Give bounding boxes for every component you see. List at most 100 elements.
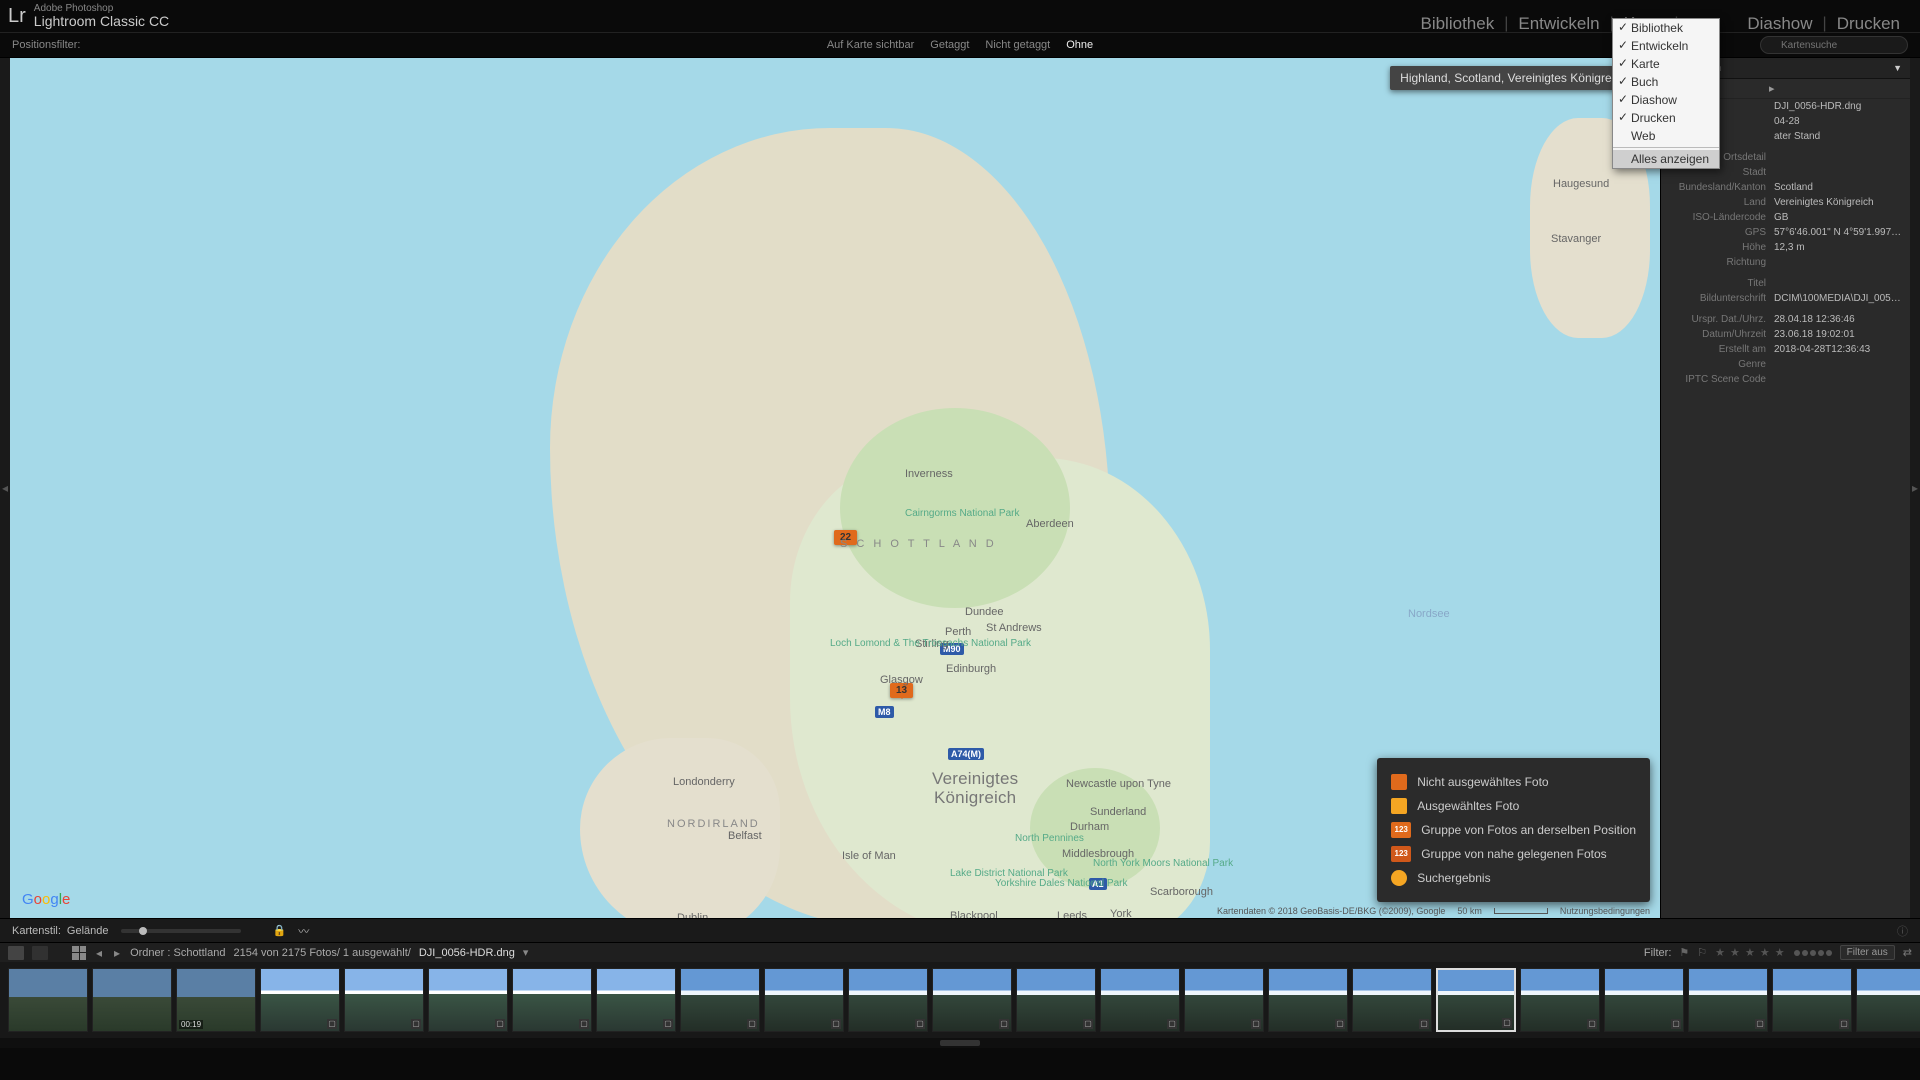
city-newcastle: Newcastle upon Tyne bbox=[1066, 778, 1136, 790]
scale-label: 50 km bbox=[1457, 906, 1482, 916]
filmstrip-thumb[interactable]: ▢ bbox=[1352, 968, 1432, 1032]
map-lower-toolbar: Kartenstil: Gelände 🔒 〰 ⓘ bbox=[0, 918, 1920, 942]
filter-visible[interactable]: Auf Karte sichtbar bbox=[827, 39, 914, 51]
filmstrip-thumb[interactable]: ▢ bbox=[932, 968, 1012, 1032]
zoom-slider[interactable] bbox=[121, 929, 241, 933]
module-context-menu[interactable]: Bibliothek Entwickeln Karte Buch Diashow… bbox=[1612, 18, 1720, 169]
filmstrip-thumb[interactable]: ▢ bbox=[1268, 968, 1348, 1032]
clip-duration: 00:19 bbox=[179, 1020, 203, 1029]
secondary-display-2-icon[interactable] bbox=[32, 946, 48, 960]
filmstrip-thumb[interactable]: ▢ bbox=[512, 968, 592, 1032]
meta-key: Land bbox=[1669, 197, 1774, 208]
thumb-badge-icon: ▢ bbox=[1587, 1019, 1597, 1029]
thumb-badge-icon: ▢ bbox=[663, 1019, 673, 1029]
metadata-row[interactable]: Bundesland/KantonScotland bbox=[1661, 180, 1910, 195]
filmstrip-thumb[interactable]: ▢ bbox=[1016, 968, 1096, 1032]
filmstrip-thumb[interactable]: ▢ bbox=[1520, 968, 1600, 1032]
filmstrip-thumb[interactable]: ▢ bbox=[1436, 968, 1516, 1032]
filmstrip-thumb[interactable]: ▢ bbox=[428, 968, 508, 1032]
flag-pick-icon[interactable]: ⚑ bbox=[1679, 946, 1689, 959]
metadata-row[interactable]: Höhe12,3 m bbox=[1661, 240, 1910, 255]
left-panel-flag[interactable]: ◂ bbox=[0, 58, 10, 918]
metadata-row[interactable]: Genre bbox=[1661, 357, 1910, 372]
filmstrip-thumb[interactable]: ▢ bbox=[1772, 968, 1852, 1032]
mapstyle-control[interactable]: Kartenstil: Gelände bbox=[12, 925, 109, 937]
dropdown-icon[interactable]: ▾ bbox=[523, 946, 529, 959]
legend-icon-group-near: 123 bbox=[1391, 846, 1411, 862]
park-cairngorms: Cairngorms National Park bbox=[905, 508, 985, 519]
thumb-badge-icon: ▢ bbox=[495, 1019, 505, 1029]
filmstrip-thumb[interactable] bbox=[92, 968, 172, 1032]
metadata-row[interactable]: Richtung bbox=[1661, 255, 1910, 270]
thumb-badge-icon: ▢ bbox=[747, 1019, 757, 1029]
metadata-row[interactable]: GPS57°6'46.001" N 4°59'1.997" W bbox=[1661, 225, 1910, 240]
menu-item-print[interactable]: Drucken bbox=[1613, 109, 1719, 127]
module-slideshow[interactable]: Diashow bbox=[1737, 14, 1822, 34]
filter-lock-icon[interactable]: ⇄ bbox=[1903, 946, 1912, 959]
metadata-row[interactable]: Datum/Uhrzeit23.06.18 19:02:01 bbox=[1661, 327, 1910, 342]
grid-view-icon[interactable] bbox=[72, 946, 86, 960]
filmstrip-thumb[interactable]: ▢ bbox=[764, 968, 844, 1032]
module-library[interactable]: Bibliothek bbox=[1410, 14, 1504, 34]
menu-item-map[interactable]: Karte bbox=[1613, 55, 1719, 73]
mapstyle-value[interactable]: Gelände bbox=[67, 925, 109, 937]
menu-item-show-all[interactable]: Alles anzeigen bbox=[1613, 150, 1719, 168]
metadata-row[interactable]: BildunterschriftDCIM\100MEDIA\DJI_0056.J… bbox=[1661, 291, 1910, 306]
metadata-row[interactable]: Urspr. Dat./Uhrz.28.04.18 12:36:46 bbox=[1661, 312, 1910, 327]
module-develop[interactable]: Entwickeln bbox=[1508, 14, 1609, 34]
secondary-display-icon[interactable] bbox=[8, 946, 24, 960]
filmstrip-path[interactable]: Ordner : Schottland bbox=[130, 947, 225, 959]
filmstrip-thumb[interactable] bbox=[8, 968, 88, 1032]
chevron-down-icon: ▼ bbox=[1893, 63, 1902, 73]
nav-forward-icon[interactable]: ▸ bbox=[112, 946, 122, 960]
preset-value: ▸ bbox=[1769, 82, 1775, 95]
flag-reject-icon[interactable]: ⚐ bbox=[1697, 946, 1707, 959]
legend-label-1: Nicht ausgewähltes Foto bbox=[1417, 775, 1548, 789]
metadata-row[interactable]: Titel bbox=[1661, 276, 1910, 291]
menu-item-develop[interactable]: Entwickeln bbox=[1613, 37, 1719, 55]
module-print[interactable]: Drucken bbox=[1827, 14, 1910, 34]
filmstrip-scrollbar[interactable] bbox=[0, 1038, 1920, 1048]
filter-preset-select[interactable]: Filter aus bbox=[1840, 945, 1895, 960]
metadata-row[interactable]: LandVereinigtes Königreich bbox=[1661, 195, 1910, 210]
map-search-input[interactable] bbox=[1760, 36, 1908, 54]
city-sunderland: Sunderland bbox=[1090, 806, 1146, 818]
legend-icon-search bbox=[1391, 870, 1407, 886]
map-area[interactable]: 22 13 M90 A74(M) M8 A1 Glasgow Edinburgh… bbox=[10, 58, 1660, 918]
legend-label-5: Suchergebnis bbox=[1417, 871, 1490, 885]
filmstrip-thumb[interactable]: ▢ bbox=[1856, 968, 1920, 1032]
menu-item-slideshow[interactable]: Diashow bbox=[1613, 91, 1719, 109]
filmstrip-thumb[interactable]: 00:19 bbox=[176, 968, 256, 1032]
filmstrip[interactable]: 00:19▢▢▢▢▢▢▢▢▢▢▢▢▢▢▢▢▢▢▢▢ bbox=[0, 962, 1920, 1038]
thumb-badge-icon: ▢ bbox=[1083, 1019, 1093, 1029]
menu-item-web[interactable]: Web bbox=[1613, 127, 1719, 145]
terms-link[interactable]: Nutzungsbedingungen bbox=[1560, 906, 1650, 916]
filmstrip-thumb[interactable]: ▢ bbox=[1184, 968, 1264, 1032]
nav-back-icon[interactable]: ◂ bbox=[94, 946, 104, 960]
lock-icon[interactable]: 🔒 bbox=[273, 924, 287, 937]
rating-stars[interactable]: ★ ★ ★ ★ ★ bbox=[1715, 946, 1786, 959]
filmstrip-thumb[interactable]: ▢ bbox=[848, 968, 928, 1032]
metadata-row[interactable]: IPTC Scene Code bbox=[1661, 372, 1910, 387]
track-icon[interactable]: 〰 bbox=[298, 923, 309, 939]
filmstrip-thumb[interactable]: ▢ bbox=[1100, 968, 1180, 1032]
color-labels[interactable] bbox=[1794, 950, 1832, 956]
filter-untagged[interactable]: Nicht getaggt bbox=[985, 39, 1050, 51]
info-toggle-icon[interactable]: ⓘ bbox=[1897, 923, 1908, 939]
filmstrip-thumb[interactable]: ▢ bbox=[1604, 968, 1684, 1032]
menu-item-book[interactable]: Buch bbox=[1613, 73, 1719, 91]
filter-none[interactable]: Ohne bbox=[1066, 39, 1093, 51]
legend-label-4: Gruppe von nahe gelegenen Fotos bbox=[1421, 847, 1606, 861]
filmstrip-thumb[interactable]: ▢ bbox=[344, 968, 424, 1032]
metadata-row[interactable]: ISO-LändercodeGB bbox=[1661, 210, 1910, 225]
filter-tagged[interactable]: Getaggt bbox=[930, 39, 969, 51]
city-dublin: Dublin bbox=[677, 912, 708, 918]
metadata-row[interactable]: Erstellt am2018-04-28T12:36:43 bbox=[1661, 342, 1910, 357]
filmstrip-thumb[interactable]: ▢ bbox=[596, 968, 676, 1032]
filmstrip-thumb[interactable]: ▢ bbox=[1688, 968, 1768, 1032]
filmstrip-thumb[interactable]: ▢ bbox=[680, 968, 760, 1032]
menu-item-library[interactable]: Bibliothek bbox=[1613, 19, 1719, 37]
meta-value: 57°6'46.001" N 4°59'1.997" W bbox=[1774, 227, 1902, 238]
right-panel-flag[interactable]: ▸ bbox=[1910, 58, 1920, 918]
filmstrip-thumb[interactable]: ▢ bbox=[260, 968, 340, 1032]
